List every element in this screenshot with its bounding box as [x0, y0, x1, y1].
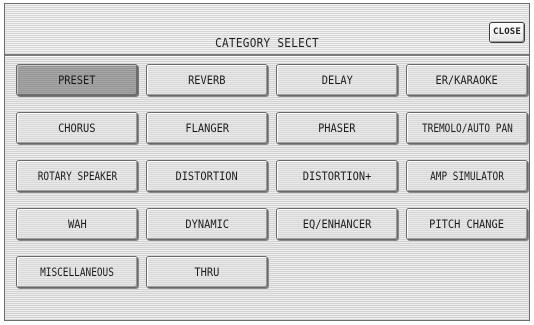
category-label: ER/KARAOKE — [435, 73, 499, 87]
category-button-rotary-speaker[interactable]: ROTARY SPEAKER — [16, 160, 138, 192]
category-label: ROTARY SPEAKER — [37, 169, 117, 183]
category-button-preset[interactable]: PRESET — [16, 64, 138, 96]
category-button-dynamic[interactable]: DYNAMIC — [146, 208, 268, 240]
category-button-tremolo-auto-pan[interactable]: TREMOLO/AUTO PAN — [406, 112, 528, 144]
category-label: DYNAMIC — [185, 217, 229, 231]
category-button-phaser[interactable]: PHASER — [276, 112, 398, 144]
category-label: PITCH CHANGE — [429, 217, 505, 231]
close-button[interactable]: CLOSE — [489, 22, 525, 43]
category-button-er-karaoke[interactable]: ER/KARAOKE — [406, 64, 528, 96]
category-button-wah[interactable]: WAH — [16, 208, 138, 240]
category-label: DISTORTION — [175, 169, 239, 183]
category-button-delay[interactable]: DELAY — [276, 64, 398, 96]
category-label: AMP SIMULATOR — [430, 169, 504, 183]
category-select-dialog: CATEGORY SELECT CLOSE PRESET REVERB DELA… — [4, 3, 530, 321]
category-button-eq-enhancer[interactable]: EQ/ENHANCER — [276, 208, 398, 240]
category-label: WAH — [67, 217, 87, 231]
title-bar: CATEGORY SELECT CLOSE — [5, 4, 529, 56]
category-label: PRESET — [58, 73, 96, 87]
category-label: EQ/ENHANCER — [302, 217, 372, 231]
category-button-pitch-change[interactable]: PITCH CHANGE — [406, 208, 528, 240]
category-button-thru[interactable]: THRU — [146, 256, 268, 288]
category-label: TREMOLO/AUTO PAN — [421, 121, 513, 135]
category-button-chorus[interactable]: CHORUS — [16, 112, 138, 144]
category-button-reverb[interactable]: REVERB — [146, 64, 268, 96]
dialog-title: CATEGORY SELECT — [215, 36, 319, 50]
category-label: DISTORTION+ — [302, 169, 372, 183]
category-label: MISCELLANEOUS — [40, 265, 114, 279]
category-label: PHASER — [318, 121, 356, 135]
category-button-distortion-plus[interactable]: DISTORTION+ — [276, 160, 398, 192]
category-label: FLANGER — [185, 121, 229, 135]
category-label: DELAY — [321, 73, 353, 87]
category-label: CHORUS — [58, 121, 96, 135]
category-button-distortion[interactable]: DISTORTION — [146, 160, 268, 192]
category-button-miscellaneous[interactable]: MISCELLANEOUS — [16, 256, 138, 288]
category-button-amp-simulator[interactable]: AMP SIMULATOR — [406, 160, 528, 192]
category-label: THRU — [194, 265, 220, 279]
category-label: REVERB — [188, 73, 226, 87]
category-button-flanger[interactable]: FLANGER — [146, 112, 268, 144]
